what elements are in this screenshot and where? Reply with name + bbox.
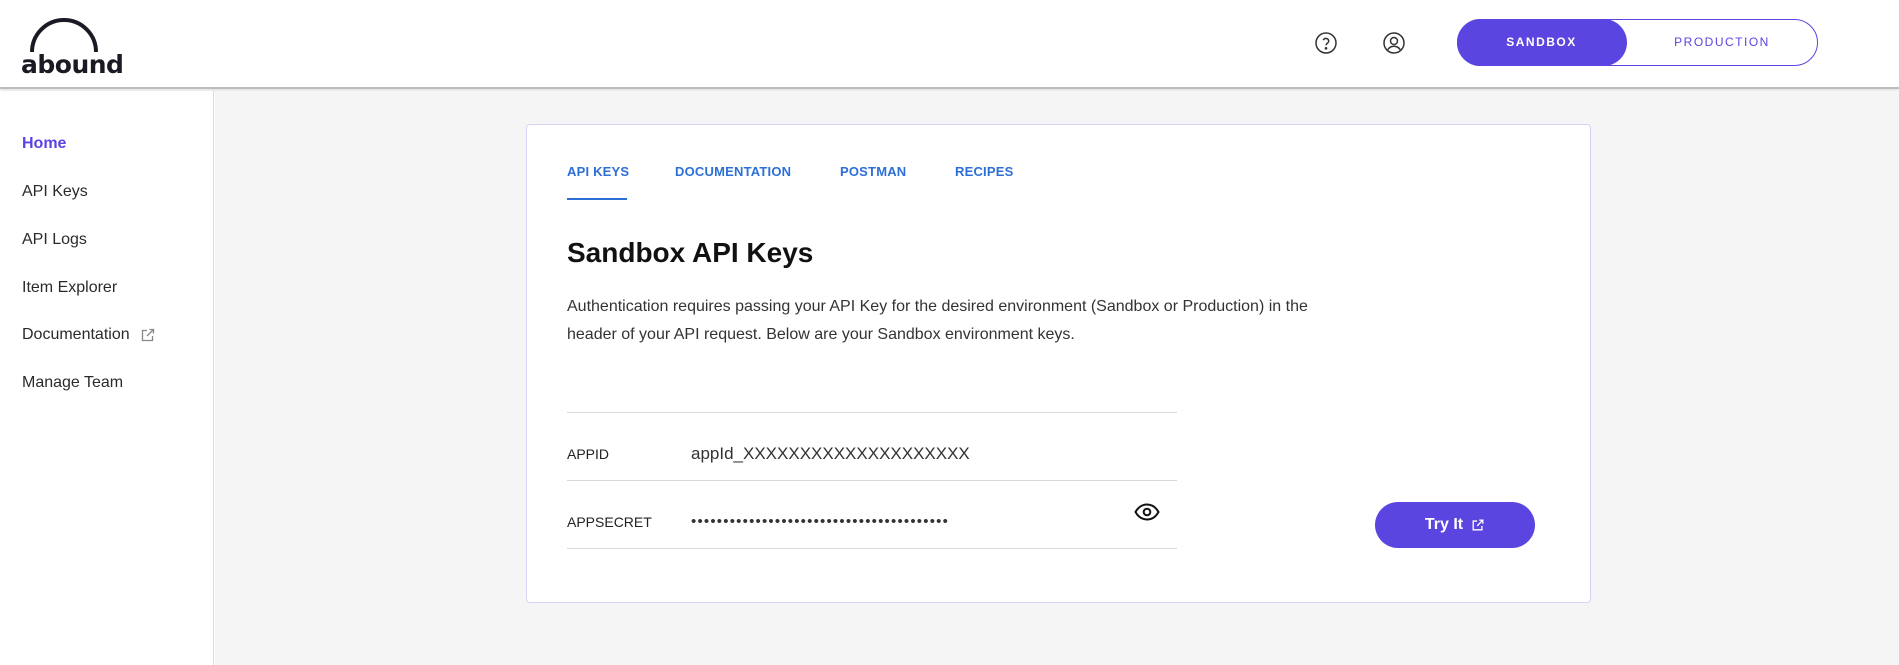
- active-tab-indicator: [567, 198, 627, 200]
- tab-recipes[interactable]: RECIPES: [955, 164, 1013, 179]
- sidebar-item-manage-team[interactable]: Manage Team: [22, 374, 123, 392]
- sidebar-item-label: Documentation: [22, 326, 130, 343]
- user-circle-icon[interactable]: [1382, 31, 1406, 55]
- appid-label: APPID: [567, 446, 610, 462]
- eye-icon[interactable]: [1134, 502, 1160, 522]
- divider: [567, 480, 1177, 481]
- try-it-label: Try It: [1424, 516, 1464, 533]
- main-content: API KEYS DOCUMENTATION POSTMAN RECIPES S…: [215, 91, 1899, 665]
- appid-value: appId_XXXXXXXXXXXXXXXXXXXX: [691, 444, 970, 463]
- abound-logo[interactable]: abound: [21, 12, 124, 79]
- divider: [567, 548, 1177, 549]
- sidebar: Home API Keys API Logs Item Explorer Doc…: [0, 91, 214, 665]
- try-it-button[interactable]: Try It: [1375, 502, 1535, 548]
- page-title: Sandbox API Keys: [567, 237, 814, 268]
- api-keys-card: API KEYS DOCUMENTATION POSTMAN RECIPES S…: [526, 124, 1591, 603]
- environment-toggle: SANDBOX PRODUCTION: [1456, 18, 1818, 66]
- tab-postman[interactable]: POSTMAN: [840, 164, 906, 179]
- sidebar-item-documentation[interactable]: Documentation: [22, 326, 156, 344]
- tab-api-keys[interactable]: API KEYS: [567, 164, 629, 179]
- sidebar-item-item-explorer[interactable]: Item Explorer: [22, 279, 117, 297]
- sandbox-toggle-button[interactable]: SANDBOX: [1456, 18, 1627, 66]
- sidebar-item-api-keys[interactable]: API Keys: [22, 183, 88, 201]
- appsecret-value: ••••••••••••••••••••••••••••••••••••••••: [691, 513, 950, 530]
- divider: [567, 412, 1177, 413]
- sidebar-item-home[interactable]: Home: [22, 135, 66, 153]
- appsecret-label: APPSECRET: [567, 514, 652, 530]
- top-header: abound SANDBOX PRODUCTION: [0, 0, 1899, 89]
- page-description: Authentication requires passing your API…: [567, 298, 1308, 343]
- help-circle-icon[interactable]: [1314, 31, 1338, 55]
- external-link-icon: [141, 328, 154, 342]
- external-link-icon: [1472, 519, 1484, 531]
- tab-documentation[interactable]: DOCUMENTATION: [675, 164, 791, 179]
- production-toggle-button[interactable]: PRODUCTION: [1627, 19, 1817, 66]
- logo-text: abound: [21, 50, 124, 79]
- sidebar-item-api-logs[interactable]: API Logs: [22, 231, 87, 249]
